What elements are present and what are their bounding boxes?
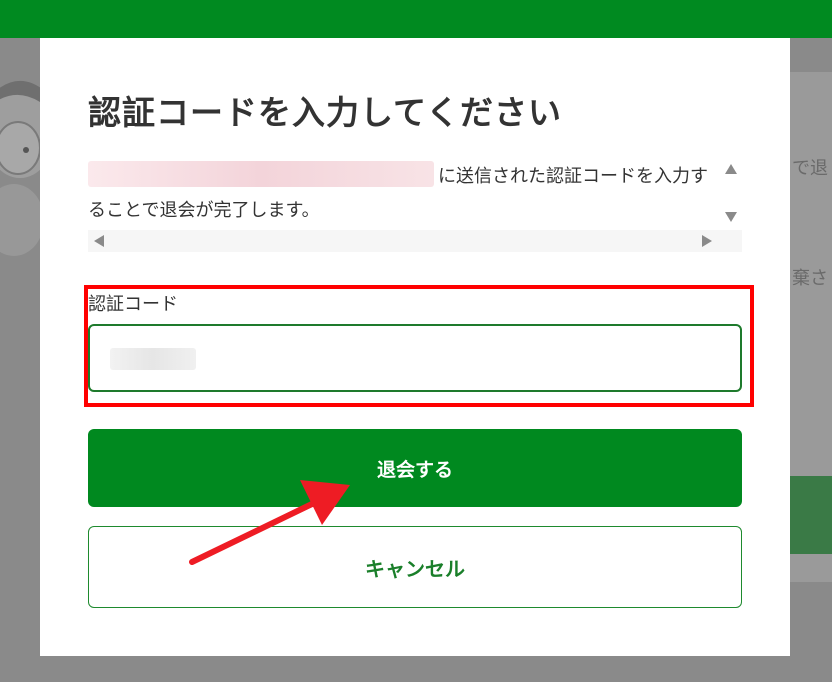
redacted-email bbox=[88, 161, 434, 187]
scroll-right-icon[interactable] bbox=[702, 235, 712, 247]
vertical-scrollbar[interactable] bbox=[720, 160, 742, 230]
scroll-down-icon[interactable] bbox=[725, 212, 737, 222]
background-green-button bbox=[790, 476, 832, 554]
site-header-bar bbox=[0, 0, 832, 38]
code-field-label: 認証コード bbox=[88, 294, 178, 315]
horizontal-scrollbar[interactable] bbox=[88, 230, 742, 252]
background-text: で退 bbox=[792, 158, 828, 179]
background-text: 棄さ bbox=[792, 268, 828, 289]
description-text: に送信された認証コードを入力することで退会が完了します。 bbox=[88, 160, 718, 228]
withdraw-button[interactable]: 退会する bbox=[88, 429, 742, 507]
verification-code-input[interactable] bbox=[88, 324, 742, 392]
description-scroll-area[interactable]: に送信された認証コードを入力することで退会が完了します。 bbox=[88, 160, 742, 252]
verification-modal: 認証コードを入力してください に送信された認証コードを入力することで退会が完了し… bbox=[40, 38, 790, 656]
scroll-up-icon[interactable] bbox=[725, 164, 737, 174]
modal-title: 認証コードを入力してください bbox=[88, 93, 563, 132]
cancel-button[interactable]: キャンセル bbox=[88, 526, 742, 608]
redacted-code bbox=[110, 348, 196, 370]
scroll-left-icon[interactable] bbox=[94, 235, 104, 247]
